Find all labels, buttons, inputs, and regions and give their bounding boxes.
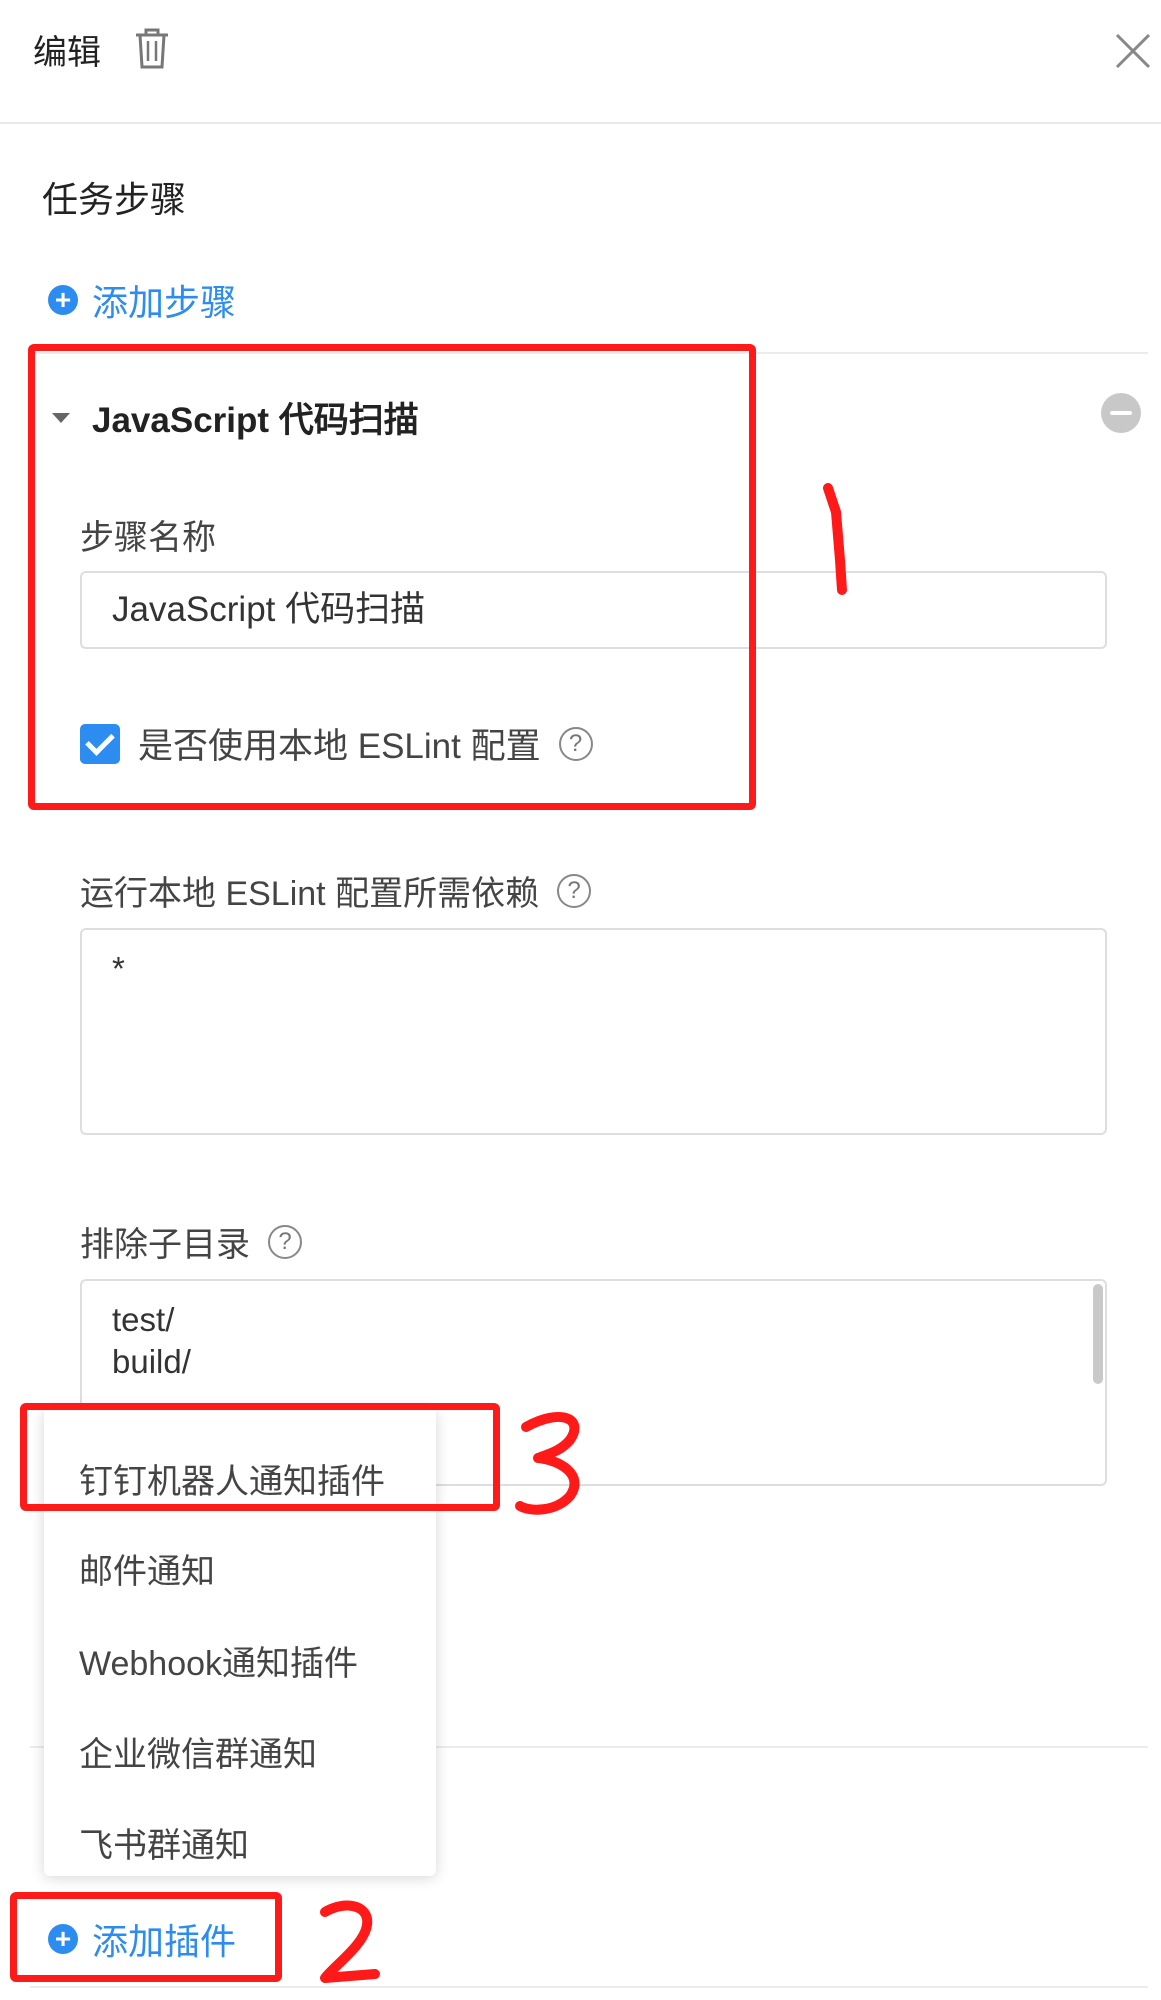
annotation-box-2 — [10, 1892, 282, 1982]
plus-circle-icon: + — [48, 285, 78, 315]
annotation-box-1 — [28, 344, 756, 810]
menu-item-webhook[interactable]: Webhook通知插件 — [79, 1636, 358, 1685]
menu-item-email[interactable]: 邮件通知 — [79, 1544, 215, 1593]
deps-label: 运行本地 ESLint 配置所需依赖 ? — [80, 866, 592, 915]
annotation-box-3 — [20, 1403, 500, 1511]
header-divider — [0, 122, 1161, 124]
deps-textarea[interactable]: * — [80, 928, 1107, 1135]
help-icon[interactable]: ? — [557, 873, 592, 908]
panel-title: 编辑 — [33, 34, 101, 72]
add-step-label: 添加步骤 — [92, 282, 237, 323]
add-step-button[interactable]: + 添加步骤 — [48, 274, 236, 326]
menu-item-wecom[interactable]: 企业微信群通知 — [79, 1727, 317, 1776]
section-title: 任务步骤 — [42, 179, 187, 220]
menu-item-feishu[interactable]: 飞书群通知 — [79, 1818, 249, 1867]
edit-panel: 编辑 任务步骤 + 添加步骤 JavaScript 代码扫描 步骤名称 Java… — [0, 0, 1161, 2000]
trash-icon[interactable] — [132, 26, 172, 70]
exclude-label: 排除子目录 ? — [80, 1217, 302, 1266]
scrollbar[interactable] — [1093, 1284, 1103, 1384]
exclude-label-text: 排除子目录 — [80, 1226, 250, 1264]
close-icon[interactable] — [1112, 30, 1154, 72]
remove-step-icon[interactable] — [1101, 393, 1141, 433]
deps-label-text: 运行本地 ESLint 配置所需依赖 — [80, 875, 540, 913]
help-icon[interactable]: ? — [268, 1224, 302, 1259]
annotation-mark-2 — [320, 1900, 380, 1983]
divider — [30, 1986, 1148, 1988]
